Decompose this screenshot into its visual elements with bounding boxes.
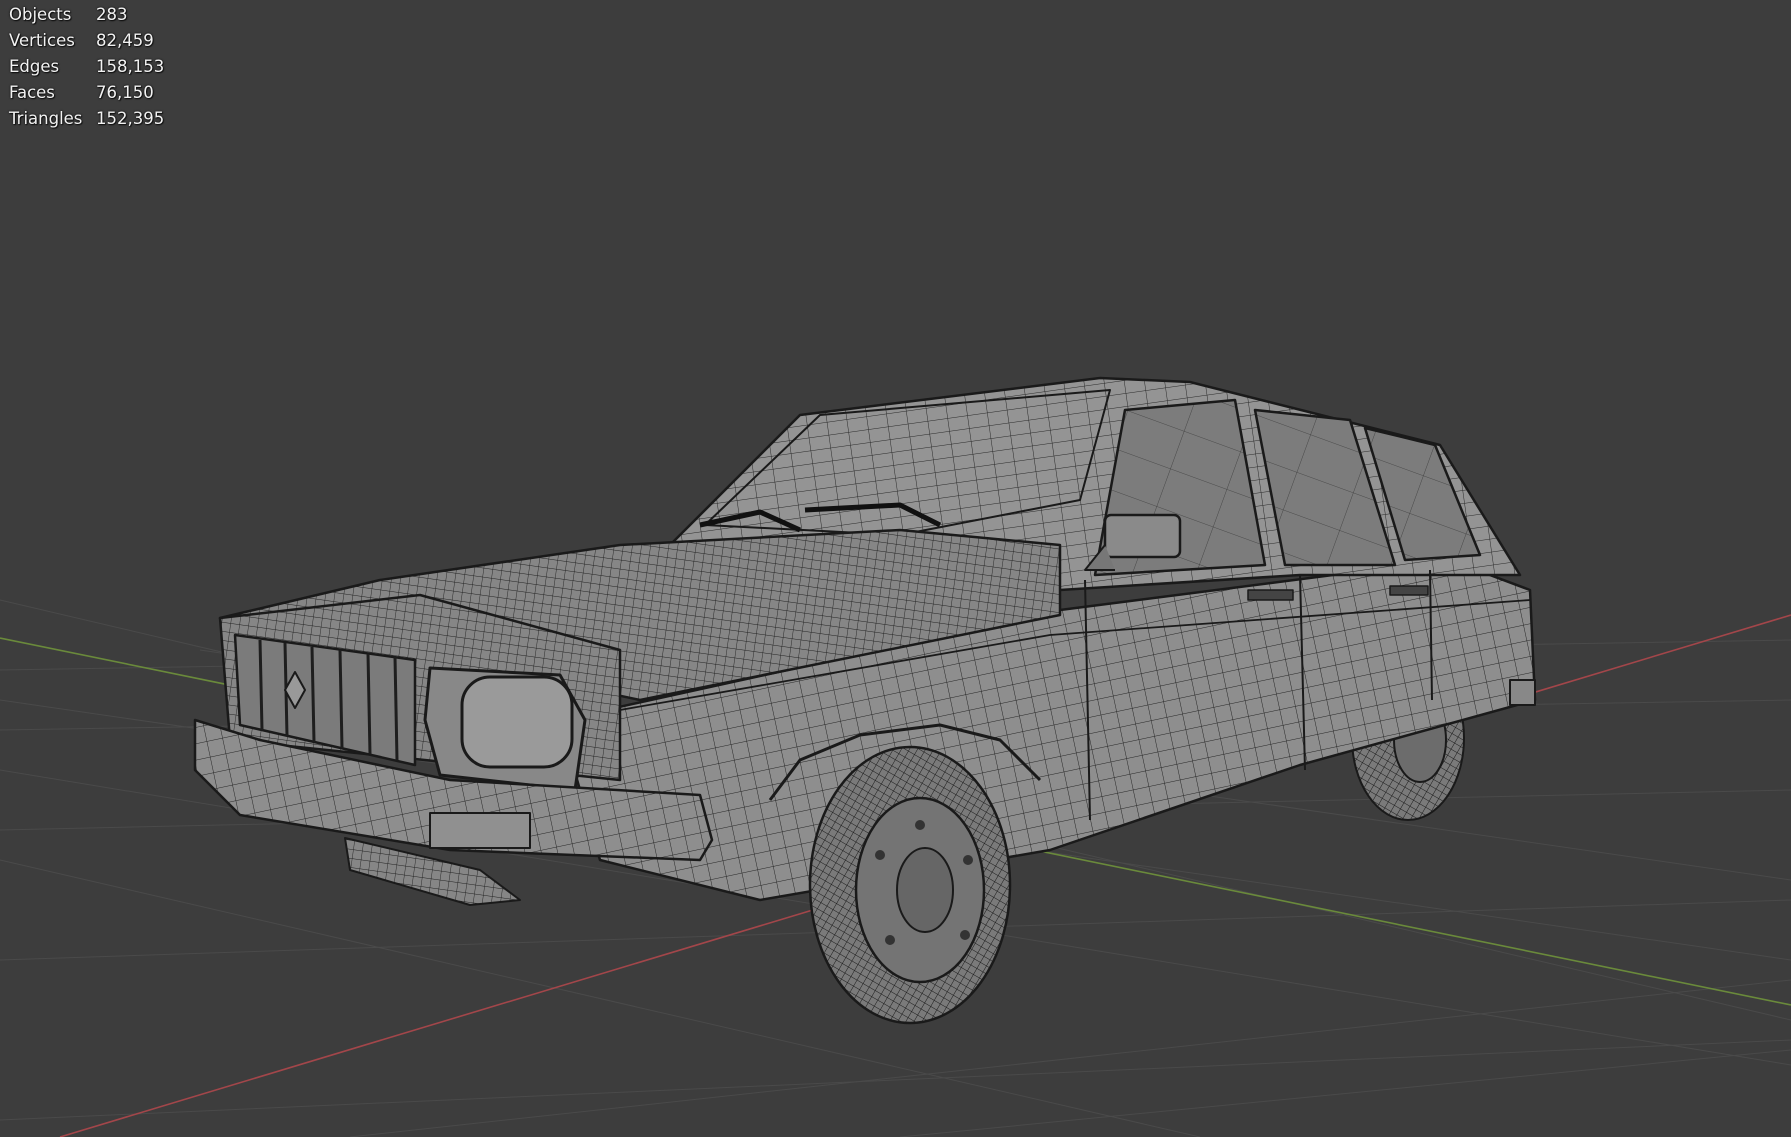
- stat-label: Vertices: [9, 31, 75, 50]
- stat-row-objects: Objects 283: [9, 2, 164, 28]
- headlight-icon: [460, 675, 574, 769]
- stat-label: Faces: [9, 83, 55, 102]
- stat-value: 82,459: [96, 31, 154, 50]
- front-hubcap: [896, 847, 954, 933]
- stat-row-faces: Faces 76,150: [9, 80, 164, 106]
- stat-value: 152,395: [96, 109, 165, 128]
- stat-value: 76,150: [96, 83, 154, 102]
- side-mirror: [1103, 513, 1182, 559]
- stat-value: 158,153: [96, 57, 165, 76]
- stat-row-triangles: Triangles 152,395: [9, 106, 164, 132]
- 3d-viewport[interactable]: Objects 283 Vertices 82,459 Edges 158,15…: [0, 0, 1791, 1137]
- stat-label: Objects: [9, 5, 72, 24]
- stat-row-edges: Edges 158,153: [9, 54, 164, 80]
- stat-value: 283: [96, 5, 128, 24]
- stat-label: Triangles: [9, 109, 83, 128]
- rear-bumper: [1509, 679, 1536, 706]
- license-plate: [429, 812, 531, 849]
- rear-door-handle: [1389, 585, 1429, 596]
- stat-row-vertices: Vertices 82,459: [9, 28, 164, 54]
- scene-canvas[interactable]: [0, 0, 1791, 1137]
- statistics-overlay: Objects 283 Vertices 82,459 Edges 158,15…: [9, 2, 164, 132]
- stat-label: Edges: [9, 57, 60, 76]
- car-model[interactable]: [193, 376, 1537, 1025]
- front-door-handle: [1247, 589, 1294, 601]
